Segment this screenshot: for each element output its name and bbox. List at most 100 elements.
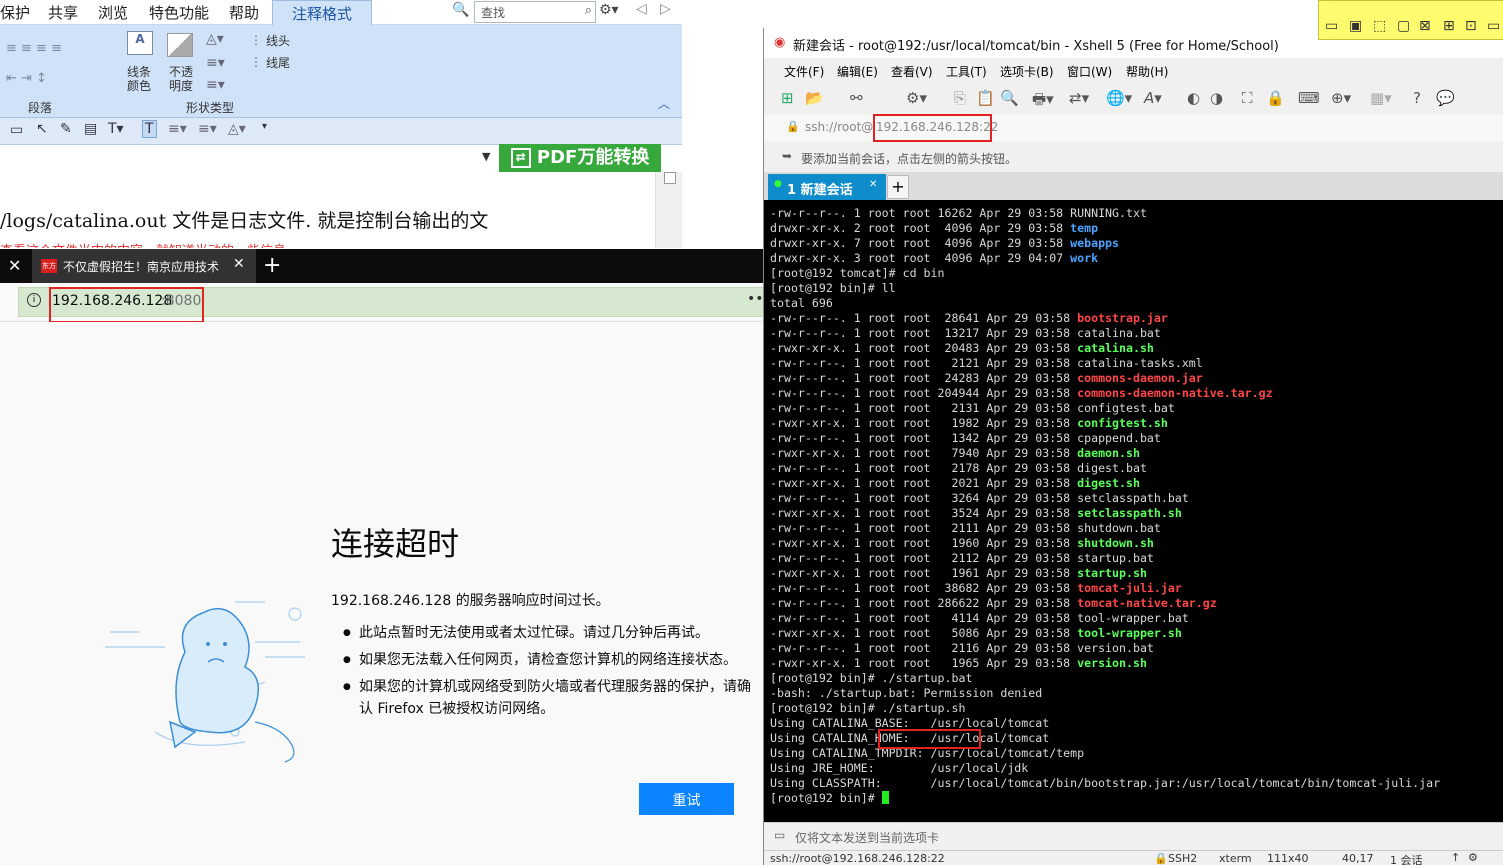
- faststone-capture-toolbar: ▭ ▣ ⬚ ▢ ⊠ ⊞ ⊡ ▭: [1318, 0, 1503, 40]
- terminal[interactable]: -rw-r--r--. 1 root root 16262 Apr 29 03:…: [764, 200, 1503, 822]
- add-session-arrow-icon[interactable]: ➥: [782, 149, 792, 163]
- pdf-convert-banner[interactable]: ⇄ PDF万能转换: [499, 144, 661, 172]
- more-tools-icon[interactable]: ▾: [262, 121, 267, 132]
- font-icon[interactable]: A▾: [1144, 89, 1162, 107]
- capture-menu-icon[interactable]: ▭: [1487, 18, 1500, 34]
- menu-edit[interactable]: 编辑(E): [837, 63, 878, 80]
- close-window-icon[interactable]: ✕: [8, 256, 21, 275]
- menu-help[interactable]: 帮助: [229, 2, 259, 23]
- capture-fixed-icon[interactable]: ⊡: [1465, 18, 1477, 34]
- stamp-dropdown-icon[interactable]: ◬▾: [228, 121, 246, 137]
- scrollbar-thumb[interactable]: [664, 172, 676, 184]
- line-end-dropdown[interactable]: 线尾: [266, 54, 290, 71]
- find-icon[interactable]: 🔍: [1000, 89, 1019, 107]
- properties-icon[interactable]: ⚙▾: [906, 89, 927, 107]
- terminal-line-text: -rwxr-xr-x. 1 root root 5086 Apr 29 03:5…: [770, 626, 1078, 640]
- transfer-icon[interactable]: ⇄▾: [1069, 89, 1089, 107]
- text-tool-icon[interactable]: T▾: [108, 121, 124, 137]
- terminal-line: -rwxr-xr-x. 1 root root 1965 Apr 29 03:5…: [770, 656, 1147, 670]
- textbox-tool-icon[interactable]: T: [142, 120, 157, 138]
- close-tab-icon[interactable]: ✕: [233, 256, 245, 272]
- terminal-line: -rw-r--r--. 1 root root 204944 Apr 29 03…: [770, 386, 1273, 400]
- help-icon[interactable]: ?: [1413, 89, 1421, 107]
- globe-icon[interactable]: 🌐▾: [1106, 89, 1132, 107]
- menu-view[interactable]: 查看(V): [891, 63, 933, 80]
- terminal-line-text: drwxr-xr-x. 7 root root 4096 Apr 29 03:5…: [770, 236, 1071, 250]
- line-width-icon[interactable]: ≡▾: [206, 77, 225, 93]
- fullscreen-icon[interactable]: ⛶: [1242, 89, 1253, 107]
- forward-icon[interactable]: ▷: [660, 1, 671, 17]
- line-color-icon[interactable]: A: [127, 31, 153, 55]
- open-icon[interactable]: 📂: [805, 89, 824, 107]
- xshell-menubar: 文件(F) 编辑(E) 查看(V) 工具(T) 选项卡(B) 窗口(W) 帮助(…: [764, 58, 1503, 84]
- copy-icon[interactable]: ⎘: [954, 89, 966, 107]
- capture-freehand-icon[interactable]: ▢: [1397, 18, 1410, 34]
- menu-features[interactable]: 特色功能: [149, 2, 209, 23]
- status-up-icon[interactable]: ↑: [1451, 851, 1460, 864]
- add-icon[interactable]: ⊕▾: [1331, 89, 1351, 107]
- xftp-icon[interactable]: ◐: [1187, 89, 1200, 107]
- pencil-tool-icon[interactable]: ✎: [60, 121, 72, 137]
- search-input[interactable]: 查找 ⌕: [474, 1, 596, 23]
- compose-bar[interactable]: ▭ 仅将文本发送到当前选项卡: [764, 822, 1503, 849]
- terminal-line: -rw-r--r--. 1 root root 2178 Apr 29 03:5…: [770, 461, 1147, 475]
- paste-icon[interactable]: 📋: [976, 89, 995, 107]
- menu-window[interactable]: 窗口(W): [1067, 63, 1112, 80]
- new-tab-icon[interactable]: +: [263, 253, 281, 278]
- back-icon[interactable]: ◁: [636, 1, 647, 17]
- status-settings-icon[interactable]: ⚙: [1468, 851, 1478, 864]
- retry-button[interactable]: 重试: [639, 783, 734, 815]
- session-tab[interactable]: ● 1 新建会话 ✕: [768, 174, 886, 200]
- document-scrollbar[interactable]: [655, 172, 682, 248]
- close-session-icon[interactable]: ✕: [869, 179, 877, 190]
- align-dropdown-icon[interactable]: ≡▾: [168, 121, 187, 137]
- comment-tool-icon[interactable]: ▤: [84, 121, 97, 137]
- new-session-icon[interactable]: ⊞: [781, 89, 794, 107]
- capture-scroll-icon[interactable]: ⊞: [1443, 18, 1455, 34]
- menu-tabs[interactable]: 选项卡(B): [1000, 63, 1054, 80]
- capture-fullscreen-icon[interactable]: ⊠: [1419, 18, 1431, 34]
- tab-annotation-format[interactable]: 注释格式: [272, 0, 372, 25]
- search-icon[interactable]: ⌕: [585, 3, 592, 18]
- reconnect-icon[interactable]: ⚯: [850, 89, 863, 107]
- terminal-line: -rw-r--r--. 1 root root 4114 Apr 29 03:5…: [770, 611, 1189, 625]
- align-icons[interactable]: ≡ ≡ ≡ ≡: [6, 41, 62, 56]
- line-style-icon[interactable]: ≡▾: [206, 55, 225, 71]
- menu-share[interactable]: 共享: [48, 2, 78, 23]
- terminal-line-text: -rwxr-xr-x. 1 root root 3524 Apr 29 03:5…: [770, 506, 1078, 520]
- menu-browse[interactable]: 浏览: [98, 2, 128, 23]
- line-color-button[interactable]: 线条 颜色: [122, 65, 156, 93]
- menu-help[interactable]: 帮助(H): [1126, 63, 1168, 80]
- menu-tools[interactable]: 工具(T): [946, 63, 987, 80]
- terminal-scrollbar[interactable]: [1497, 200, 1503, 822]
- border-dropdown-icon[interactable]: ≡▾: [198, 121, 217, 137]
- banner-dropdown-icon[interactable]: ▼: [482, 150, 490, 163]
- info-icon[interactable]: i: [27, 293, 41, 307]
- print-icon[interactable]: 🖶▾: [1032, 89, 1054, 114]
- layout-icon[interactable]: ▦▾: [1370, 89, 1392, 107]
- menu-file[interactable]: 文件(F): [784, 63, 824, 80]
- firefox-tabbar: ✕ 东方 不仅虚假招生！南京应用技术 ✕ +: [0, 249, 763, 283]
- capture-region-icon[interactable]: ⬚: [1373, 18, 1386, 34]
- xmanager-icon[interactable]: ◑: [1210, 89, 1223, 107]
- browser-tab[interactable]: 东方 不仅虚假招生！南京应用技术 ✕: [32, 249, 256, 283]
- chat-icon[interactable]: 💬: [1436, 89, 1455, 107]
- lock-icon[interactable]: 🔒: [1266, 89, 1285, 107]
- opacity-button[interactable]: 不透 明度: [164, 65, 198, 93]
- collapse-ribbon-icon[interactable]: ︿: [658, 95, 670, 112]
- capture-object-icon[interactable]: ▣: [1349, 18, 1362, 34]
- line-start-dropdown[interactable]: 线头: [266, 32, 290, 49]
- opacity-icon[interactable]: [167, 33, 193, 57]
- capture-window-icon[interactable]: ▭: [1325, 18, 1338, 34]
- keyboard-icon[interactable]: ⌨: [1298, 89, 1320, 107]
- gear-icon[interactable]: ⚙▾: [599, 2, 619, 18]
- rectangle-tool-icon[interactable]: ▭: [10, 122, 23, 138]
- folder-search-icon[interactable]: 🔍: [452, 2, 469, 18]
- fill-icon[interactable]: ◬▾: [206, 31, 224, 47]
- arrow-tool-icon[interactable]: ↖: [36, 121, 48, 137]
- address-bar[interactable]: 🔒 ssh://root@ 192.168.246.128:22: [764, 114, 1503, 143]
- new-tab-button[interactable]: +: [887, 175, 909, 199]
- page-actions-icon[interactable]: •••: [747, 291, 763, 307]
- menu-protect[interactable]: 保护: [0, 2, 30, 23]
- indent-icons[interactable]: ⇤ ⇥ ↕: [6, 71, 47, 86]
